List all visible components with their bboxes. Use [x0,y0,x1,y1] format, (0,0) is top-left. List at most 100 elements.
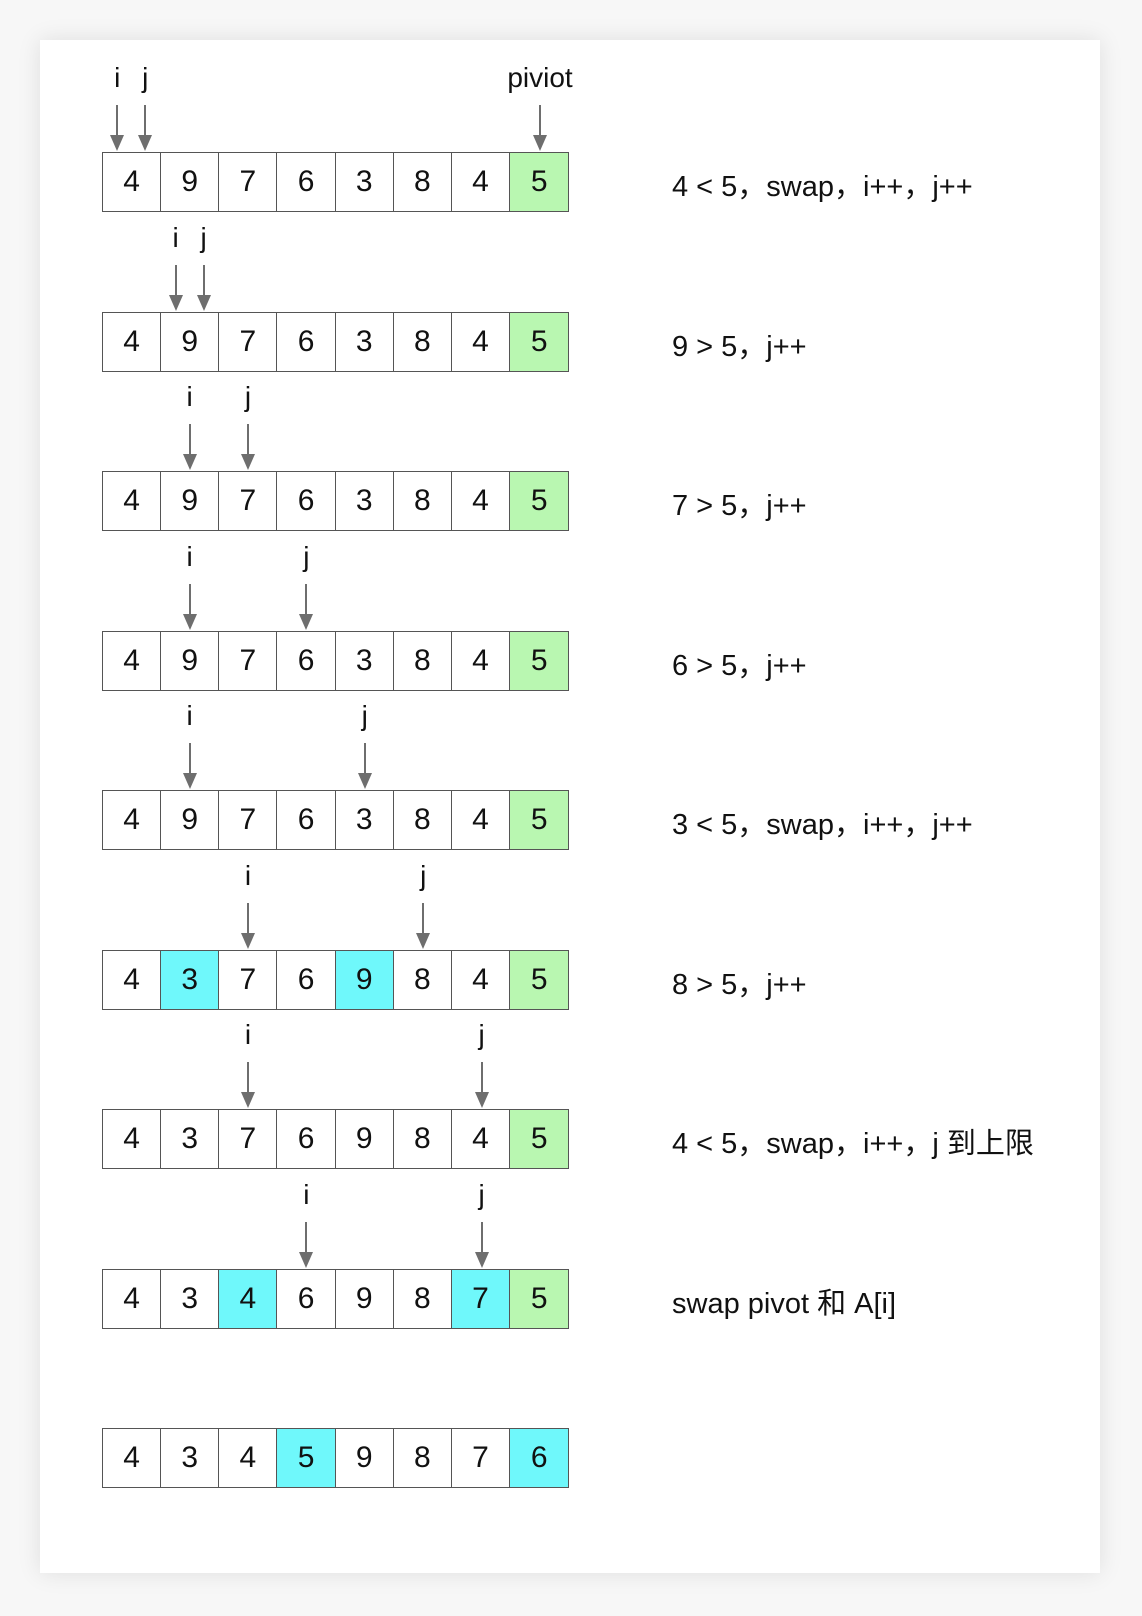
array-cell: 3 [161,1429,220,1487]
array-row: 49763845 [102,311,570,372]
step-note: 6 > 5，j++ [672,649,807,682]
array-cell: 5 [510,153,569,211]
array-cell: 8 [393,1110,452,1168]
array-cell: 5 [510,791,569,849]
step-note: swap pivot 和 A[i] [672,1287,897,1320]
array-cell: 7 [219,312,278,371]
pointer-i-label: i [303,1178,310,1210]
step-note: 3 < 5，swap，i++，j++ [672,809,973,841]
array-cell: 9 [161,631,220,690]
array-cell: 9 [161,312,220,371]
array-cell: 3 [335,472,394,530]
step-note: 4 < 5，swap，i++，j++ [672,171,973,203]
pointer-j-arrow [138,105,153,151]
array-cell: 9 [161,153,220,211]
pointer-j-label: j [478,1178,485,1210]
array-cell: 9 [335,950,394,1009]
pointer-i-arrow [182,424,197,470]
array-cell: 7 [219,153,278,211]
pointer-i-arrow [241,902,255,949]
pointer-i-label: i [186,700,193,731]
array-cell: 4 [219,1429,278,1487]
step-note: 7 > 5，j++ [672,490,807,522]
array-row: 49763845 [102,630,570,691]
array-cell: 4 [451,312,511,371]
array-cell: 8 [393,791,452,849]
array-cell: 8 [393,1429,452,1487]
pointer-i-label: i [172,221,179,253]
array-cell: 4 [103,312,162,371]
pointer-j-arrow [474,1221,489,1268]
array-cell: 8 [393,631,452,690]
array-cell: 4 [451,1110,511,1168]
array-cell: 9 [335,1110,394,1168]
array-cell: 3 [161,950,220,1009]
array-cell: 4 [103,1429,162,1487]
array-row: 49763845 [102,471,570,531]
array-cell: 5 [510,312,569,371]
pointer-j-arrow [196,264,211,311]
array-cell: 9 [335,1269,394,1328]
array-cell: 7 [219,1110,278,1168]
array-row: 49763845 [102,790,570,850]
array-cell: 3 [335,153,394,211]
array-cell: 4 [103,1269,162,1328]
array-cell: 9 [161,791,220,849]
array-cell: 6 [277,631,336,690]
pointer-j-label: j [142,62,149,93]
pointer-i-arrow [299,1221,314,1268]
array-cell: 7 [219,631,278,690]
array-cell: 3 [335,631,394,690]
pointer-i-label: i [244,859,252,891]
array-cell: 6 [277,791,336,849]
pointer-j-arrow [241,424,255,470]
pointer-i-arrow [241,1062,255,1108]
pointer-i-arrow [168,264,183,311]
pivot-arrow [533,105,547,151]
array-cell: 4 [103,791,162,849]
pointer-j-label: j [303,540,310,572]
array-cell: 5 [510,1269,569,1328]
array-cell: 6 [510,1429,569,1487]
pointer-j-arrow [357,743,372,789]
quicksort-partition-diagram: 4 9 7 6 3 8 4 5 i j piviot 4 < 5，swap，i++，j++ 4 9 7 6 3 8… [40,40,1100,1573]
pointer-j-label: j [478,1019,485,1050]
array-cell: 4 [103,1110,162,1168]
pointer-i-arrow [182,743,197,789]
array-cell: 8 [393,472,452,530]
step-note: 9 > 5，j++ [672,330,807,363]
array-cell: 3 [161,1110,220,1168]
pointer-i-arrow [110,105,125,151]
array-cell: 6 [277,1269,336,1328]
array-cell: 8 [393,950,452,1009]
pivot-label: piviot [507,62,573,93]
array-cell: 8 [393,1269,452,1328]
array-cell: 3 [335,312,394,371]
array-cell: 7 [219,950,278,1009]
array-cell: 6 [277,312,336,371]
array-cell: 5 [510,472,569,530]
array-cell: 6 [277,950,336,1009]
pointer-j-arrow [474,1062,489,1108]
array-row: 43469875 [102,1268,570,1329]
array-cell: 4 [103,631,162,690]
array-cell: 4 [451,153,511,211]
array-cell: 8 [393,312,452,371]
array-cell: 7 [451,1269,511,1328]
array-cell: 9 [161,472,220,530]
array-row: 43769845 [102,1109,570,1169]
pointer-j-label: j [200,221,207,253]
array-cell: 4 [103,153,162,211]
array-cell: 7 [219,472,278,530]
pointer-j-label: j [420,859,427,891]
array-cell: 3 [161,1269,220,1328]
array-cell: 5 [277,1429,336,1487]
array-cell: 7 [219,791,278,849]
array-cell: 8 [393,153,452,211]
pointer-i-arrow [182,583,197,630]
array-cell: 4 [451,950,511,1009]
array-cell: 4 [103,950,162,1009]
pointer-i-label: i [114,62,121,93]
array-cell: 3 [335,791,394,849]
array-cell: 4 [451,631,511,690]
